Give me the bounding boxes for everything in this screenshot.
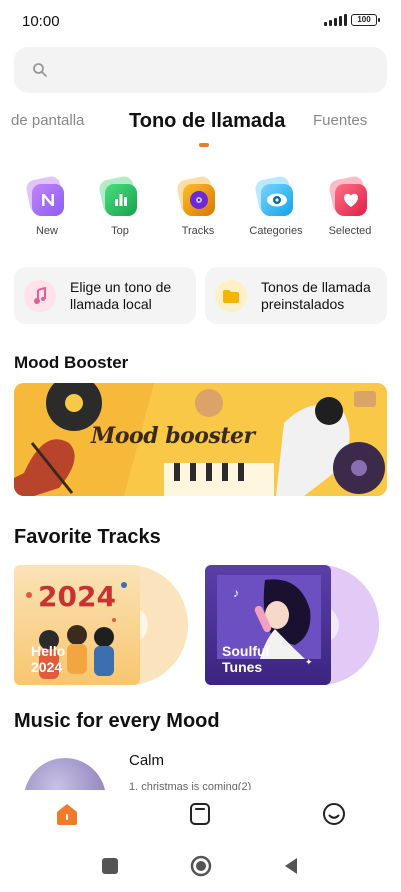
category-label: Categories bbox=[249, 225, 303, 237]
category-label: Top bbox=[111, 225, 129, 237]
bookmark-icon[interactable] bbox=[186, 800, 214, 828]
category-tracks[interactable]: Tracks bbox=[163, 174, 233, 237]
tab-fonts[interactable]: Fuentes bbox=[313, 112, 367, 129]
eye-icon bbox=[261, 184, 293, 216]
track-title: Soulful Tunes bbox=[222, 643, 270, 675]
tab-indicator bbox=[199, 143, 209, 147]
signal-icon bbox=[324, 14, 347, 26]
category-label: Tracks bbox=[181, 225, 215, 237]
category-categories[interactable]: Categories bbox=[241, 174, 311, 237]
category-label: Selected bbox=[328, 225, 372, 237]
status-icons: 100 bbox=[324, 14, 380, 26]
tab-ringtone[interactable]: Tono de llamada bbox=[129, 110, 285, 133]
banner-title: Mood booster bbox=[91, 423, 255, 449]
system-navigation-bar bbox=[0, 842, 401, 892]
heart-icon bbox=[335, 184, 367, 216]
home-icon[interactable] bbox=[53, 800, 81, 828]
card-label: Tonos de llamada preinstalados bbox=[261, 279, 371, 312]
search-icon bbox=[33, 63, 47, 77]
chart-icon bbox=[105, 184, 137, 216]
mood-name: Calm bbox=[129, 752, 165, 769]
new-icon bbox=[32, 184, 64, 216]
bottom-navigation bbox=[0, 790, 401, 840]
tab-wallpaper[interactable]: de pantalla bbox=[11, 112, 84, 129]
home-system-button[interactable] bbox=[190, 855, 212, 882]
track-cover-number: 2024 bbox=[38, 580, 116, 613]
mood-list-item-calm[interactable]: Calm 1. christmas is coming(2) bbox=[0, 750, 401, 790]
category-label: New bbox=[35, 225, 58, 237]
category-top[interactable]: Top bbox=[85, 174, 155, 237]
mood-thumbnail bbox=[24, 758, 106, 790]
back-button[interactable] bbox=[283, 857, 299, 880]
category-selected[interactable]: Selected bbox=[315, 174, 385, 237]
music-note-icon bbox=[24, 280, 56, 312]
section-title-music-for-every-mood: Music for every Mood bbox=[14, 710, 220, 732]
section-title-favorite-tracks: Favorite Tracks bbox=[14, 526, 161, 548]
track-cover: ♪ ✦ Soulful Tunes bbox=[205, 565, 331, 685]
track-cover: 2024 Hello 2024 bbox=[14, 565, 140, 685]
mood-booster-banner[interactable]: Mood booster bbox=[14, 383, 387, 496]
battery-icon: 100 bbox=[351, 14, 380, 26]
svg-text:✦: ✦ bbox=[305, 657, 313, 667]
section-title-mood-booster: Mood Booster bbox=[14, 353, 129, 372]
mood-subtitle: 1. christmas is coming(2) bbox=[129, 781, 252, 790]
vinyl-icon bbox=[183, 184, 215, 216]
track-card-soulful-tunes[interactable]: ♪ ✦ Soulful Tunes bbox=[205, 565, 379, 685]
folder-icon bbox=[215, 280, 247, 312]
category-new[interactable]: New bbox=[12, 174, 82, 237]
track-card-hello-2024[interactable]: 2024 Hello 2024 bbox=[14, 565, 188, 685]
search-input[interactable] bbox=[14, 47, 387, 93]
smiley-icon[interactable] bbox=[320, 800, 348, 828]
track-title: Hello 2024 bbox=[31, 643, 66, 675]
card-label: Elige un tono de llamada local bbox=[70, 279, 172, 312]
svg-text:♪: ♪ bbox=[233, 586, 239, 600]
preinstalled-ringtones-card[interactable]: Tonos de llamada preinstalados bbox=[205, 267, 387, 324]
local-ringtone-card[interactable]: Elige un tono de llamada local bbox=[14, 267, 196, 324]
status-time: 10:00 bbox=[22, 13, 60, 30]
recent-apps-button[interactable] bbox=[102, 858, 118, 879]
status-bar: 10:00 100 bbox=[0, 0, 401, 42]
